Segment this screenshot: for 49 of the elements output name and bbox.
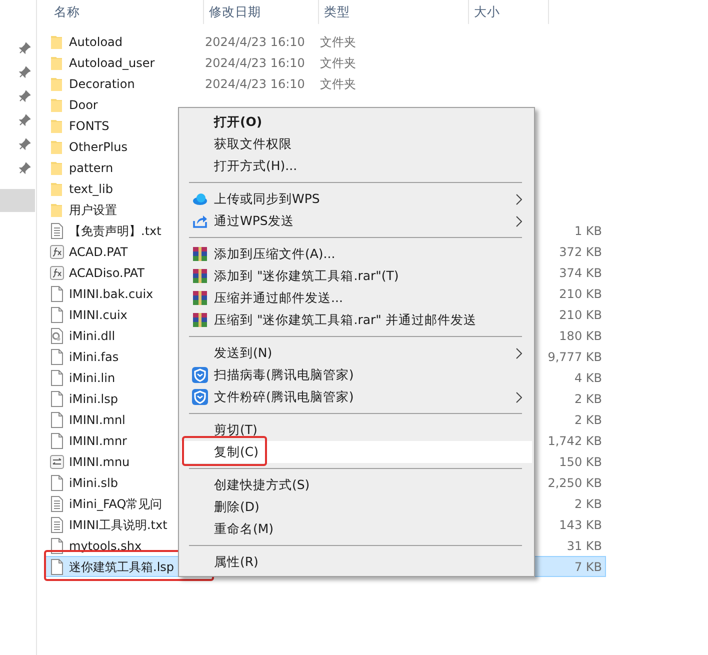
file-name: Door <box>69 96 98 114</box>
file-name: Autoload <box>69 34 123 50</box>
file-name: iMini.slb <box>69 474 118 492</box>
file-name: 用户设置 <box>69 202 117 218</box>
file-name: IMINI工具说明.txt <box>69 516 168 534</box>
file-name: mytools.shx <box>69 538 142 554</box>
file-size: 2 KB <box>574 412 602 426</box>
file-type: 文件夹 <box>320 56 356 70</box>
file-name: text_lib <box>69 180 113 198</box>
file-size: 9,777 KB <box>548 350 602 364</box>
file-size: 143 KB <box>559 518 602 532</box>
file-size: 180 KB <box>559 328 602 342</box>
file-size: 1,742 KB <box>548 434 602 448</box>
file-name: iMini.dll <box>69 328 116 344</box>
file-size: 372 KB <box>559 244 602 258</box>
file-name: OtherPlus <box>69 138 128 156</box>
file-name: 迷你建筑工具箱.lsp <box>69 558 174 576</box>
file-name: IMINI.bak.cuix <box>69 286 154 302</box>
file-size: 31 KB <box>566 538 602 552</box>
file-name: iMini.fas <box>69 348 119 366</box>
file-name: iMini.lsp <box>69 390 118 408</box>
file-size: 2 KB <box>574 496 602 510</box>
modified-date: 2024/4/23 16:10 <box>205 76 305 90</box>
file-name: IMINI.mnr <box>69 432 127 450</box>
file-size: 4 KB <box>574 370 602 384</box>
file-size: 210 KB <box>559 286 602 300</box>
file-name: Decoration <box>69 76 135 92</box>
file-name: Autoload_user <box>69 54 155 72</box>
file-name: FONTS <box>69 118 110 134</box>
file-size: 7 KB <box>574 560 602 574</box>
file-size: 210 KB <box>559 308 602 322</box>
file-size: 150 KB <box>559 454 602 468</box>
file-name: iMini.lin <box>69 370 116 386</box>
file-type: 文件夹 <box>320 34 356 48</box>
modified-date: 2024/4/23 16:10 <box>205 34 305 48</box>
file-name: 【免责声明】.txt <box>69 222 162 240</box>
file-name: ACAD.PAT <box>69 244 128 260</box>
file-name: iMini_FAQ常见问 <box>69 496 162 512</box>
file-name: IMINI.cuix <box>69 306 128 324</box>
file-size: 1 KB <box>574 224 602 238</box>
file-type: 文件夹 <box>320 76 356 90</box>
file-size: 374 KB <box>559 266 602 280</box>
file-name: IMINI.mnl <box>69 412 126 428</box>
file-size: 2 KB <box>574 392 602 406</box>
file-name: pattern <box>69 160 114 176</box>
file-size: 2,250 KB <box>548 476 602 490</box>
modified-date: 2024/4/23 16:10 <box>205 56 305 70</box>
file-name: IMINI.mnu <box>69 454 130 470</box>
file-name: ACADiso.PAT <box>69 264 144 282</box>
